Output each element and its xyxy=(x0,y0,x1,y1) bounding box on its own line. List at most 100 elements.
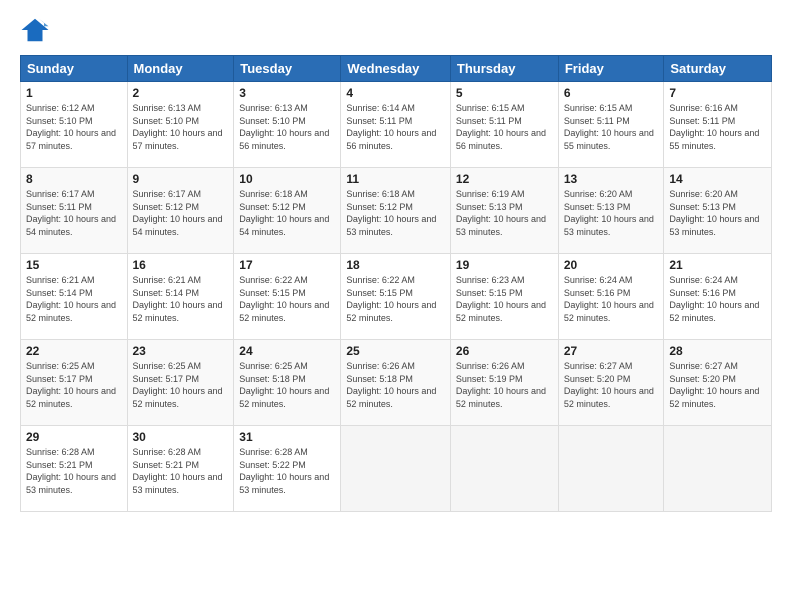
day-number: 2 xyxy=(133,86,229,100)
day-number: 12 xyxy=(456,172,553,186)
daylight-label: Daylight: 10 hours and 54 minutes. xyxy=(239,214,329,237)
day-number: 7 xyxy=(669,86,766,100)
calendar-day-cell: 22 Sunrise: 6:25 AM Sunset: 5:17 PM Dayl… xyxy=(21,340,128,426)
daylight-label: Daylight: 10 hours and 52 minutes. xyxy=(346,300,436,323)
sunrise-label: Sunrise: 6:28 AM xyxy=(26,447,95,457)
day-info: Sunrise: 6:18 AM Sunset: 5:12 PM Dayligh… xyxy=(239,188,335,238)
sunset-label: Sunset: 5:12 PM xyxy=(239,202,306,212)
daylight-label: Daylight: 10 hours and 52 minutes. xyxy=(133,300,223,323)
day-number: 24 xyxy=(239,344,335,358)
day-of-week-header: Friday xyxy=(558,56,664,82)
sunrise-label: Sunrise: 6:26 AM xyxy=(346,361,415,371)
calendar-day-cell: 18 Sunrise: 6:22 AM Sunset: 5:15 PM Dayl… xyxy=(341,254,451,340)
sunset-label: Sunset: 5:11 PM xyxy=(456,116,522,126)
sunrise-label: Sunrise: 6:13 AM xyxy=(133,103,202,113)
day-info: Sunrise: 6:22 AM Sunset: 5:15 PM Dayligh… xyxy=(239,274,335,324)
calendar-day-cell: 28 Sunrise: 6:27 AM Sunset: 5:20 PM Dayl… xyxy=(664,340,772,426)
daylight-label: Daylight: 10 hours and 52 minutes. xyxy=(239,386,329,409)
sunrise-label: Sunrise: 6:28 AM xyxy=(239,447,308,457)
day-number: 14 xyxy=(669,172,766,186)
day-number: 18 xyxy=(346,258,445,272)
calendar-day-cell: 16 Sunrise: 6:21 AM Sunset: 5:14 PM Dayl… xyxy=(127,254,234,340)
sunrise-label: Sunrise: 6:26 AM xyxy=(456,361,525,371)
daylight-label: Daylight: 10 hours and 52 minutes. xyxy=(456,300,546,323)
calendar-day-cell: 30 Sunrise: 6:28 AM Sunset: 5:21 PM Dayl… xyxy=(127,426,234,512)
calendar-day-cell: 27 Sunrise: 6:27 AM Sunset: 5:20 PM Dayl… xyxy=(558,340,664,426)
calendar-day-cell: 7 Sunrise: 6:16 AM Sunset: 5:11 PM Dayli… xyxy=(664,82,772,168)
logo xyxy=(20,15,56,45)
sunrise-label: Sunrise: 6:23 AM xyxy=(456,275,525,285)
day-info: Sunrise: 6:24 AM Sunset: 5:16 PM Dayligh… xyxy=(669,274,766,324)
daylight-label: Daylight: 10 hours and 52 minutes. xyxy=(669,300,759,323)
sunset-label: Sunset: 5:17 PM xyxy=(26,374,93,384)
day-of-week-header: Tuesday xyxy=(234,56,341,82)
sunset-label: Sunset: 5:20 PM xyxy=(669,374,736,384)
calendar-day-cell: 24 Sunrise: 6:25 AM Sunset: 5:18 PM Dayl… xyxy=(234,340,341,426)
sunset-label: Sunset: 5:10 PM xyxy=(26,116,93,126)
day-of-week-header: Thursday xyxy=(450,56,558,82)
sunrise-label: Sunrise: 6:21 AM xyxy=(133,275,202,285)
sunrise-label: Sunrise: 6:27 AM xyxy=(669,361,738,371)
calendar-day-cell: 9 Sunrise: 6:17 AM Sunset: 5:12 PM Dayli… xyxy=(127,168,234,254)
daylight-label: Daylight: 10 hours and 56 minutes. xyxy=(456,128,546,151)
sunrise-label: Sunrise: 6:12 AM xyxy=(26,103,95,113)
daylight-label: Daylight: 10 hours and 52 minutes. xyxy=(26,300,116,323)
calendar-day-cell: 11 Sunrise: 6:18 AM Sunset: 5:12 PM Dayl… xyxy=(341,168,451,254)
calendar-header-row: SundayMondayTuesdayWednesdayThursdayFrid… xyxy=(21,56,772,82)
daylight-label: Daylight: 10 hours and 56 minutes. xyxy=(239,128,329,151)
day-number: 13 xyxy=(564,172,659,186)
sunset-label: Sunset: 5:11 PM xyxy=(564,116,630,126)
daylight-label: Daylight: 10 hours and 52 minutes. xyxy=(346,386,436,409)
calendar-day-cell: 10 Sunrise: 6:18 AM Sunset: 5:12 PM Dayl… xyxy=(234,168,341,254)
sunset-label: Sunset: 5:11 PM xyxy=(26,202,92,212)
sunset-label: Sunset: 5:18 PM xyxy=(346,374,413,384)
daylight-label: Daylight: 10 hours and 53 minutes. xyxy=(669,214,759,237)
day-number: 20 xyxy=(564,258,659,272)
logo-icon xyxy=(20,15,50,45)
day-info: Sunrise: 6:28 AM Sunset: 5:21 PM Dayligh… xyxy=(26,446,122,496)
sunset-label: Sunset: 5:15 PM xyxy=(456,288,523,298)
calendar-day-cell: 12 Sunrise: 6:19 AM Sunset: 5:13 PM Dayl… xyxy=(450,168,558,254)
calendar-day-cell: 17 Sunrise: 6:22 AM Sunset: 5:15 PM Dayl… xyxy=(234,254,341,340)
calendar-week-row: 1 Sunrise: 6:12 AM Sunset: 5:10 PM Dayli… xyxy=(21,82,772,168)
day-of-week-header: Saturday xyxy=(664,56,772,82)
day-number: 27 xyxy=(564,344,659,358)
daylight-label: Daylight: 10 hours and 53 minutes. xyxy=(26,472,116,495)
sunrise-label: Sunrise: 6:14 AM xyxy=(346,103,415,113)
sunset-label: Sunset: 5:10 PM xyxy=(239,116,306,126)
calendar-day-cell: 31 Sunrise: 6:28 AM Sunset: 5:22 PM Dayl… xyxy=(234,426,341,512)
sunset-label: Sunset: 5:17 PM xyxy=(133,374,200,384)
calendar-day-cell xyxy=(664,426,772,512)
daylight-label: Daylight: 10 hours and 55 minutes. xyxy=(564,128,654,151)
calendar-day-cell: 5 Sunrise: 6:15 AM Sunset: 5:11 PM Dayli… xyxy=(450,82,558,168)
day-number: 15 xyxy=(26,258,122,272)
daylight-label: Daylight: 10 hours and 52 minutes. xyxy=(669,386,759,409)
daylight-label: Daylight: 10 hours and 54 minutes. xyxy=(133,214,223,237)
daylight-label: Daylight: 10 hours and 52 minutes. xyxy=(239,300,329,323)
day-number: 4 xyxy=(346,86,445,100)
daylight-label: Daylight: 10 hours and 53 minutes. xyxy=(133,472,223,495)
sunset-label: Sunset: 5:21 PM xyxy=(133,460,200,470)
day-info: Sunrise: 6:13 AM Sunset: 5:10 PM Dayligh… xyxy=(239,102,335,152)
day-number: 3 xyxy=(239,86,335,100)
sunrise-label: Sunrise: 6:22 AM xyxy=(239,275,308,285)
day-info: Sunrise: 6:26 AM Sunset: 5:19 PM Dayligh… xyxy=(456,360,553,410)
day-info: Sunrise: 6:19 AM Sunset: 5:13 PM Dayligh… xyxy=(456,188,553,238)
sunrise-label: Sunrise: 6:19 AM xyxy=(456,189,525,199)
calendar-week-row: 29 Sunrise: 6:28 AM Sunset: 5:21 PM Dayl… xyxy=(21,426,772,512)
day-number: 6 xyxy=(564,86,659,100)
sunrise-label: Sunrise: 6:25 AM xyxy=(133,361,202,371)
sunrise-label: Sunrise: 6:24 AM xyxy=(564,275,633,285)
calendar-week-row: 8 Sunrise: 6:17 AM Sunset: 5:11 PM Dayli… xyxy=(21,168,772,254)
calendar: SundayMondayTuesdayWednesdayThursdayFrid… xyxy=(20,55,772,512)
calendar-week-row: 15 Sunrise: 6:21 AM Sunset: 5:14 PM Dayl… xyxy=(21,254,772,340)
calendar-day-cell xyxy=(450,426,558,512)
calendar-day-cell: 29 Sunrise: 6:28 AM Sunset: 5:21 PM Dayl… xyxy=(21,426,128,512)
sunset-label: Sunset: 5:14 PM xyxy=(133,288,200,298)
sunset-label: Sunset: 5:14 PM xyxy=(26,288,93,298)
calendar-day-cell xyxy=(341,426,451,512)
calendar-day-cell: 3 Sunrise: 6:13 AM Sunset: 5:10 PM Dayli… xyxy=(234,82,341,168)
day-number: 1 xyxy=(26,86,122,100)
sunset-label: Sunset: 5:15 PM xyxy=(346,288,413,298)
daylight-label: Daylight: 10 hours and 52 minutes. xyxy=(564,386,654,409)
